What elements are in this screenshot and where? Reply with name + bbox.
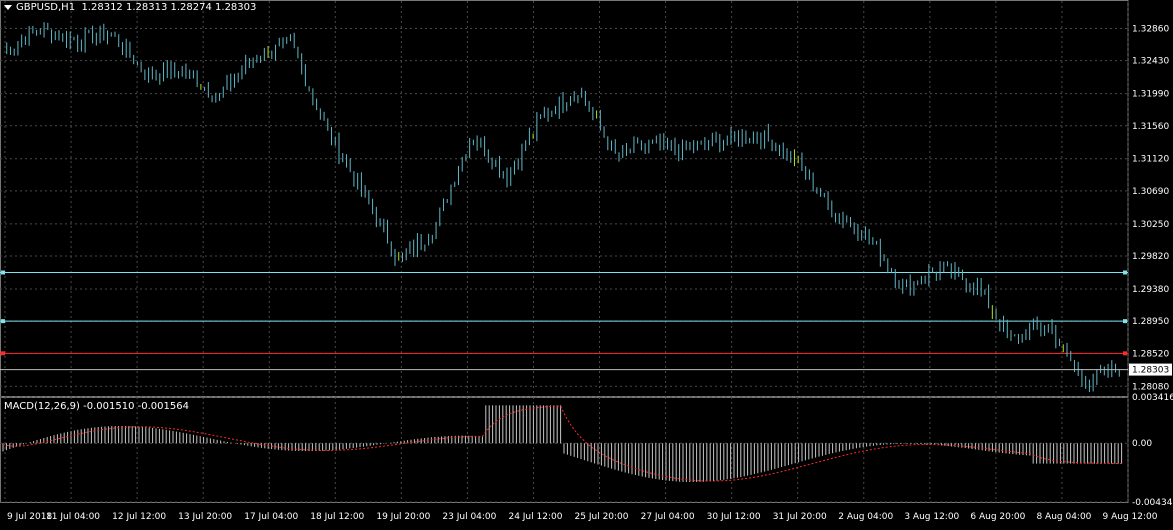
x-tick-label: 2 Aug 04:00 [838,512,893,522]
level-handle-right [1123,270,1127,275]
y-tick-label: 1.30690 [1132,187,1169,197]
symbol-label: GBPUSD,H1 [16,2,76,13]
chart-canvas[interactable]: 9 Jul 201811 Jul 04:00 12 Jul 12:00 13 Jul… [0,0,1173,527]
axes: 9 Jul 201811 Jul 04:00 12 Jul 12:00 13 Jul… [7,24,1173,522]
x-tick-label: 8 Aug 04:00 [1036,512,1091,522]
macd-axis-label: 0.00 [1132,439,1152,449]
x-tick-label: 12 Jul 12:00 [112,512,166,522]
macd-header: MACD(12,26,9) -0.001510 -0.001564 [4,401,189,412]
x-tick-label: 6 Aug 20:00 [970,512,1025,522]
level-handle-left [1,270,5,275]
last-price-label: 1.28303 [1132,366,1169,376]
x-tick-label: 25 Jul 20:00 [575,512,629,522]
chart-header: GBPUSD,H1 1.28312 1.28313 1.28274 1.2830… [4,2,256,13]
dropdown-triangle-icon[interactable] [4,4,12,10]
y-tick-label: 1.31120 [1132,155,1169,165]
x-tick-label: 31 Jul 20:00 [773,512,827,522]
horizontal-levels[interactable] [0,270,1128,356]
y-tick-label: 1.32430 [1132,57,1169,67]
y-tick-label: 1.28080 [1132,382,1169,392]
x-tick-label: 17 Jul 04:00 [244,512,298,522]
x-tick-label: 13 Jul 20:00 [178,512,232,522]
macd-axis-label: 0.003416 [1132,393,1173,403]
price-series [0,22,1128,393]
ohlc-values: 1.28312 1.28313 1.28274 1.28303 [81,2,257,13]
x-tick-label: 11 Jul 04:00 [46,512,100,522]
x-tick-label: 27 Jul 04:00 [641,512,695,522]
y-tick-label: 1.28520 [1132,349,1169,359]
y-tick-label: 1.31560 [1132,122,1169,132]
level-handle-left [1,319,5,324]
chart-terminal[interactable]: 9 Jul 2018 11 Jul 04:00 12 Jul 12:00 13 Jul… [0,0,1173,527]
macd-axis-label: -0.004345 [1132,498,1173,508]
x-tick-label: 23 Jul 04:00 [442,512,496,522]
y-tick-label: 1.29820 [1132,252,1169,262]
level-handle-right [1123,351,1127,356]
grid [0,0,1129,503]
y-tick-label: 1.29380 [1132,285,1169,295]
price-pane-frame [0,0,1129,397]
x-tick-label: 19 Jul 20:00 [376,512,430,522]
x-tick-label: 3 Aug 12:00 [904,512,959,522]
y-tick-label: 1.28950 [1132,317,1169,327]
y-tick-label: 1.30250 [1132,220,1169,230]
x-tick-label: 24 Jul 12:00 [508,512,562,522]
level-handle-left [1,351,5,356]
y-tick-label: 1.31990 [1132,90,1169,100]
level-handle-right [1123,319,1127,324]
x-tick-label: 30 Jul 12:00 [707,512,761,522]
x-tick-label: 9 Aug 12:00 [1103,512,1158,522]
x-tick-label: 18 Jul 12:00 [310,512,364,522]
y-tick-label: 1.32860 [1132,24,1169,34]
